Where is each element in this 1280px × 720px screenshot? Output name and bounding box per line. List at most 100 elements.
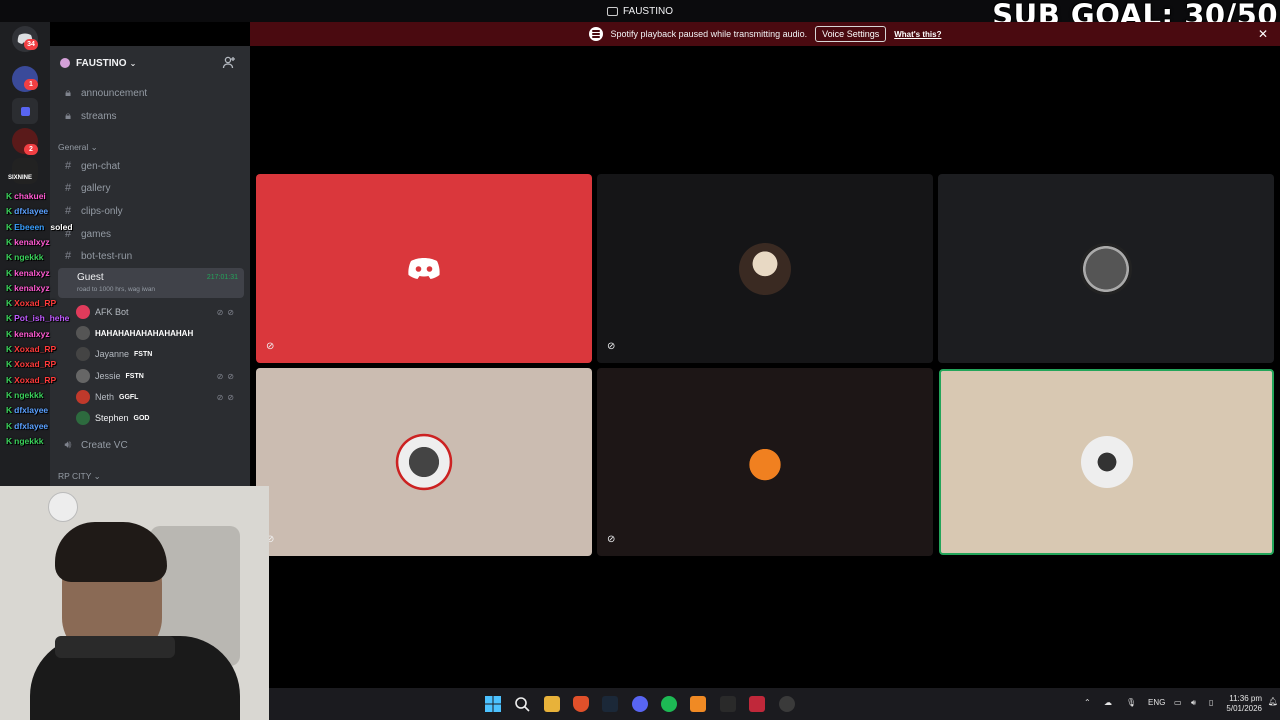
channel-label: announcement [81,87,148,99]
add-user-icon[interactable] [222,56,236,70]
chat-username: dfxlayee [14,405,49,416]
voice-channel-status: road to 1000 hrs, wag iwan [77,286,156,293]
video-tile[interactable]: ⊘ [256,174,592,363]
notification-badge: 1 [24,79,38,90]
lock-icon: 🔒︎ [65,86,71,99]
voice-user-name: AFK Bot [95,307,129,317]
spotify-notice-bar: Spotify playback paused while transmitti… [250,22,1280,46]
volume-icon[interactable]: 🔊︎ [1191,698,1196,708]
whats-this-link[interactable]: What's this? [894,30,941,39]
chat-line: K Pot_ish_hehe [6,313,69,323]
clock[interactable]: 11:36 pm 5/01/2026 [1226,694,1262,714]
windows-start-icon[interactable] [485,696,501,712]
discord-icon [408,257,440,279]
window-title: FAUSTINO [622,5,673,17]
avatar [76,390,90,404]
voice-user[interactable]: Neth GGFL ⊘⊘ [76,387,242,407]
video-tile[interactable] [938,174,1274,363]
voice-user[interactable]: Jayanne FSTN [76,344,242,364]
kick-icon: K [6,344,13,354]
channel-gen-chat[interactable]: # gen-chat [58,156,244,176]
microphone-icon[interactable]: 🎙︎ [1126,698,1136,707]
app-icon[interactable] [690,696,706,712]
channel-label: bot-test-run [81,250,133,262]
channel-gallery[interactable]: # gallery [58,178,244,198]
server-header[interactable]: FAUSTINO ⌄ [50,46,250,80]
folder-icon[interactable] [12,98,38,124]
channel-streams[interactable]: 🔒︎ streams [58,106,244,126]
server-label: SIXNINE [8,175,33,181]
channel-label: clips-only [81,205,123,217]
file-explorer-icon[interactable] [544,696,560,712]
chat-username: Xoxad_RP [14,298,57,309]
create-vc-channel[interactable]: 🔊︎ Create VC [58,435,244,455]
chat-line: Kdfxlayee [6,206,48,216]
chat-username: kenalxyz [14,236,50,247]
close-icon[interactable]: ✕ [1258,27,1268,41]
chat-line: Kkenalxyz [6,268,50,278]
kick-icon: K [6,252,13,263]
voice-user[interactable]: HAHAHAHAHAHAHAHAH [76,323,242,343]
kick-icon: K [6,328,13,339]
channel-label: games [81,228,112,240]
kick-icon: K [6,221,13,232]
language-indicator[interactable]: ENG [1148,698,1165,707]
chevron-up-icon[interactable]: ⌃ [1084,698,1091,707]
spotify-icon [588,27,603,41]
chat-username: ngekkk [14,252,44,263]
speaker-icon: 🔊︎ [64,438,72,451]
kick-icon: K [6,420,13,431]
video-tile-speaking[interactable] [939,369,1274,555]
chat-line: Kkenalxyz [6,283,50,293]
chat-username: dfxlayee [14,420,49,431]
battery-icon[interactable]: ▯ [1209,698,1213,707]
kick-icon: K [6,298,13,309]
app-icon[interactable] [749,696,765,712]
video-tile[interactable]: ⊘ [597,368,933,556]
channel-announcement[interactable]: 🔒︎ announcement [58,83,244,103]
channel-games[interactable]: # games [58,224,244,244]
obs-icon[interactable] [779,696,795,712]
discord-taskbar-icon[interactable] [632,696,648,712]
muted-icon: ⊘ [607,534,616,545]
spotify-taskbar-icon[interactable] [661,696,677,712]
chat-username: kenalxyz [14,328,50,339]
chat-username: Ebeeen [14,221,45,232]
avatar [76,347,90,361]
avatar [1080,436,1133,488]
chat-username: kenalxyz [14,282,50,293]
chat-username: ngekkk [14,435,44,446]
chat-username: Xoxad_RP [14,374,57,385]
channel-label: gen-chat [81,160,120,172]
avatar [76,411,90,425]
voice-user[interactable]: Jessie FSTN ⊘⊘ [76,366,242,386]
clock-date: 5/01/2026 [1226,704,1262,713]
chat-line: Kngekkk [6,436,43,446]
chat-line: K Xoxad_RP [6,375,56,385]
muted-icon: ⊘ [607,341,616,352]
channel-label: streams [81,110,117,122]
voice-user[interactable]: Stephen GOD [76,408,242,428]
category-general[interactable]: General ⌄ [58,142,98,153]
notification-badge: 2 [24,144,38,155]
video-tile[interactable]: ⊘ [256,368,592,556]
search-icon[interactable] [514,696,530,712]
voice-user[interactable]: AFK Bot ⊘⊘ [76,302,242,322]
user-tag: GOD [133,414,150,422]
terminal-icon[interactable] [720,696,736,712]
channel-bot-test-run[interactable]: # bot-test-run [58,246,244,266]
lock-icon: 🔒︎ [65,109,71,122]
steam-icon[interactable] [602,696,618,712]
brave-browser-icon[interactable] [573,696,589,712]
network-icon[interactable]: ▭ [1174,698,1182,707]
channel-clips-only[interactable]: # clips-only [58,201,244,221]
notification-icon[interactable]: 🔔︎ [1268,697,1278,706]
kick-icon: K [6,236,13,247]
kick-icon: K [6,374,13,385]
kick-icon: K [6,359,13,370]
voice-channel-guest[interactable]: Guest road to 1000 hrs, wag iwan 217:01:… [58,268,244,298]
voice-settings-button[interactable]: Voice Settings [815,26,887,42]
onedrive-icon[interactable]: ☁ [1104,698,1112,707]
video-tile[interactable]: ⊘ [597,174,933,363]
category-rp-city[interactable]: RP CITY ⌄ [58,471,101,482]
